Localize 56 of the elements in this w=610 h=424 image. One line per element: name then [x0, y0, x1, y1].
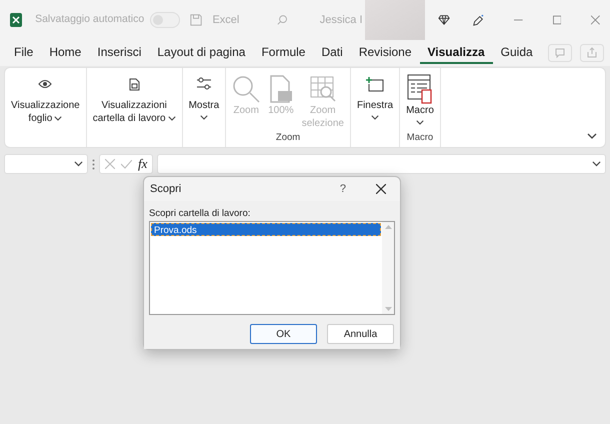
ribbon-tab[interactable]: Home: [41, 42, 90, 64]
redacted-area: [364, 0, 425, 40]
list-item[interactable]: Prova.ods: [151, 223, 381, 236]
maximize-icon[interactable]: [552, 15, 562, 25]
eye-icon: [38, 79, 52, 89]
formula-input[interactable]: [157, 154, 606, 174]
save-icon[interactable]: [190, 13, 202, 27]
new-window-icon: [366, 76, 384, 92]
more-options-icon[interactable]: [92, 158, 95, 170]
ribbon-button[interactable]: Visualizzazione foglio: [8, 73, 83, 145]
comment-icon[interactable]: [548, 44, 572, 62]
ribbon-button[interactable]: Visualizzazioni cartella di lavoro: [90, 73, 179, 145]
dialog-button[interactable]: OK: [250, 324, 317, 344]
magnifier-icon: [232, 74, 260, 102]
grid-magnifier-icon: [310, 74, 336, 102]
help-button[interactable]: ?: [340, 180, 346, 198]
user-name: Jessica I: [320, 12, 363, 28]
macro-sheet-icon: [406, 74, 433, 104]
group-label: Macro: [406, 130, 434, 145]
autosave-label: Salvataggio automatico: [35, 12, 144, 28]
insert-function-button[interactable]: fx: [138, 154, 148, 174]
chevron-down-icon: [74, 161, 83, 167]
app-name: Excel: [212, 12, 240, 28]
pen-sparkle-icon[interactable]: [472, 13, 484, 27]
chevron-down-icon: [592, 161, 601, 167]
dialog-title: Scopri: [150, 182, 182, 197]
ribbon-tab[interactable]: Dati: [313, 42, 351, 64]
ribbon-tab[interactable]: Guida: [492, 42, 541, 64]
collapse-ribbon-icon[interactable]: [587, 133, 597, 139]
scroll-down-icon[interactable]: [384, 307, 392, 311]
share-icon[interactable]: [580, 44, 604, 62]
ribbon-tab[interactable]: Layout di pagina: [149, 42, 254, 64]
checkmark-icon[interactable]: [121, 160, 132, 168]
ribbon-button[interactable]: Finestra: [354, 73, 396, 145]
name-box[interactable]: [4, 154, 88, 174]
group-label: Zoom: [274, 130, 302, 145]
search-icon[interactable]: [277, 14, 288, 26]
ribbon-tab[interactable]: Inserisci: [89, 42, 150, 64]
cancel-icon[interactable]: [105, 159, 115, 169]
scroll-up-icon[interactable]: [384, 225, 392, 229]
excel-logo-icon: [10, 13, 22, 27]
ribbon-button[interactable]: Macro: [403, 73, 437, 131]
settings-sliders-icon: [196, 77, 212, 91]
close-icon[interactable]: [376, 184, 386, 194]
scrollbar[interactable]: [382, 222, 394, 314]
list-label: Scopri cartella di lavoro:: [149, 208, 252, 220]
ribbon-button[interactable]: Mostra: [186, 73, 222, 145]
diamond-icon[interactable]: [438, 14, 450, 26]
ribbon-tab[interactable]: File: [6, 42, 42, 64]
document-icon: [128, 78, 140, 90]
dialog-button[interactable]: Annulla: [327, 324, 394, 344]
workbook-list[interactable]: Prova.ods: [149, 221, 395, 315]
ribbon-tab[interactable]: Formule: [253, 42, 314, 64]
ribbon-tab[interactable]: Revisione: [350, 42, 420, 64]
ribbon-tab[interactable]: Visualizza: [420, 42, 493, 64]
page-icon: [270, 74, 292, 102]
